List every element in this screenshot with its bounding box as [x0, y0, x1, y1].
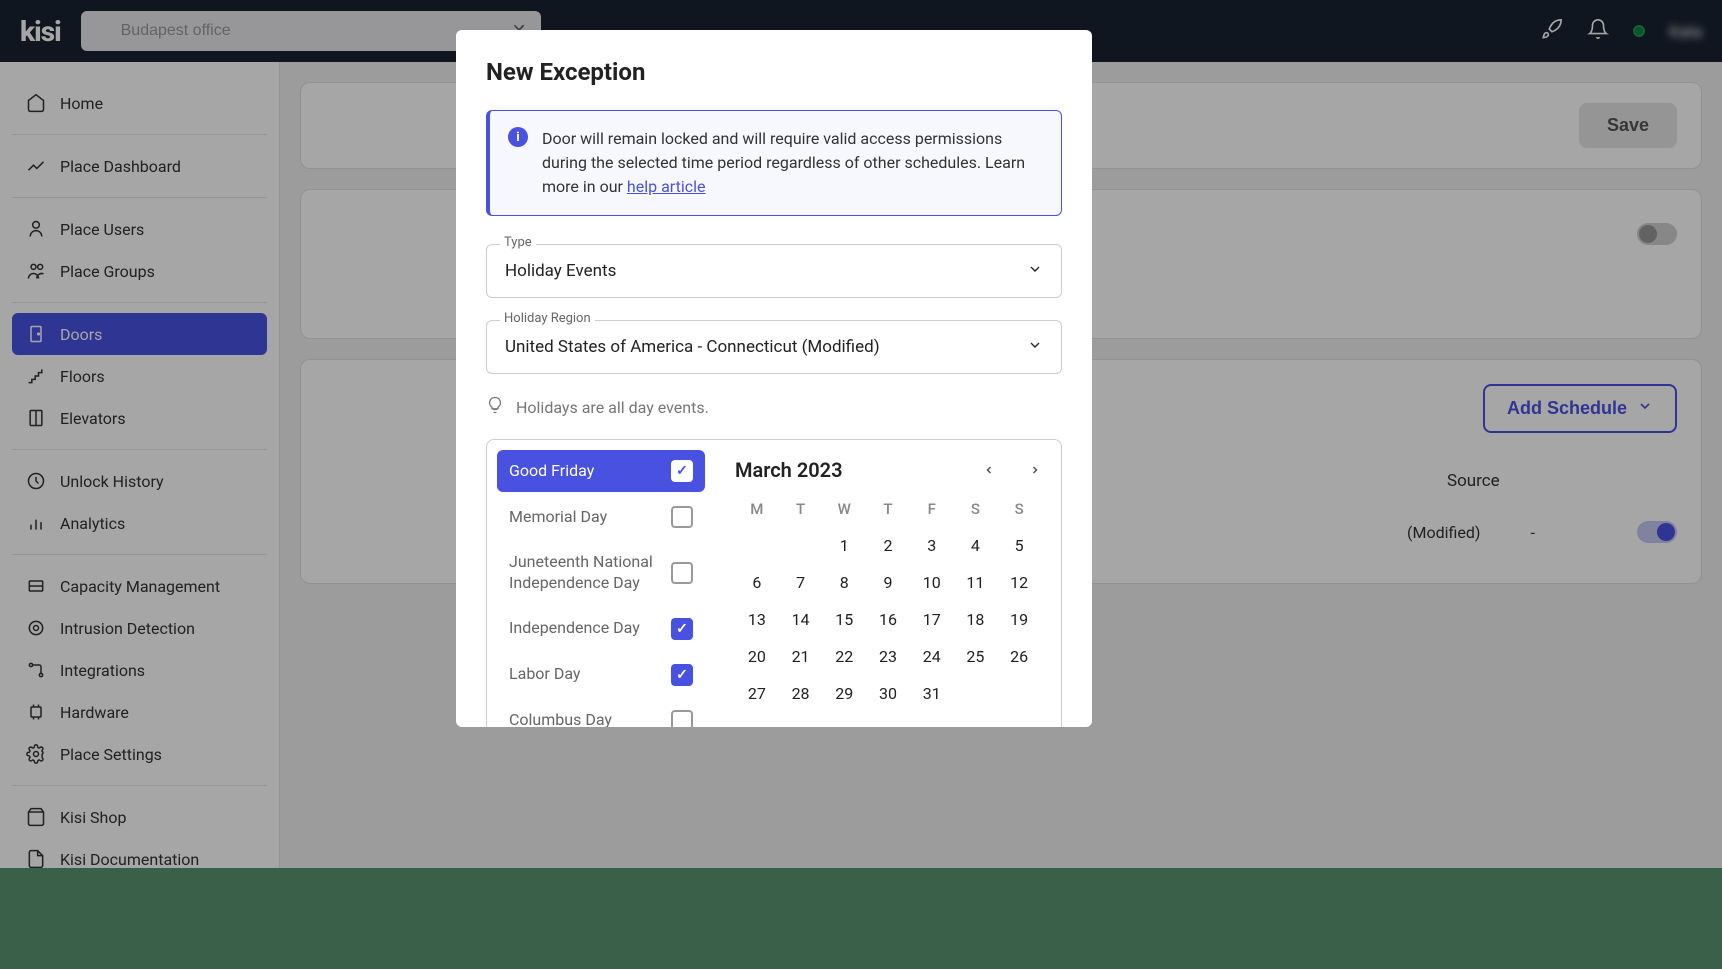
type-label: Type: [500, 235, 536, 250]
calendar-dow: S: [954, 500, 998, 518]
calendar-day[interactable]: 5: [997, 536, 1041, 555]
chevron-down-icon: [1027, 337, 1043, 357]
type-value: Holiday Events: [505, 261, 616, 281]
info-text: Door will remain locked and will require…: [542, 127, 1043, 199]
type-select[interactable]: Holiday Events: [486, 244, 1062, 298]
holiday-item[interactable]: Independence Day ✓: [497, 608, 705, 650]
holiday-item[interactable]: Labor Day ✓: [497, 654, 705, 696]
info-banner: i Door will remain locked and will requi…: [486, 110, 1062, 216]
region-field: Holiday Region United States of America …: [486, 320, 1062, 374]
calendar-day[interactable]: 29: [822, 684, 866, 703]
calendar-dow: T: [866, 500, 910, 518]
holiday-name: Memorial Day: [509, 507, 661, 528]
calendar-day[interactable]: 25: [954, 647, 998, 666]
holiday-item[interactable]: Memorial Day: [497, 496, 705, 538]
help-link[interactable]: help article: [627, 177, 706, 196]
calendar: March 2023 MTWTFSS1234567891011121314151…: [715, 440, 1061, 727]
calendar-dow: S: [997, 500, 1041, 518]
region-label: Holiday Region: [500, 311, 595, 326]
calendar-day[interactable]: 3: [910, 536, 954, 555]
calendar-dow: F: [910, 500, 954, 518]
calendar-day[interactable]: 7: [779, 573, 823, 592]
new-exception-modal: New Exception i Door will remain locked …: [456, 30, 1092, 727]
holiday-checkbox[interactable]: [671, 710, 693, 727]
calendar-day[interactable]: 28: [779, 684, 823, 703]
calendar-day[interactable]: 16: [866, 610, 910, 629]
calendar-day[interactable]: 19: [997, 610, 1041, 629]
calendar-day[interactable]: 31: [910, 684, 954, 703]
calendar-day[interactable]: 9: [866, 573, 910, 592]
calendar-day[interactable]: 15: [822, 610, 866, 629]
calendar-day[interactable]: 14: [779, 610, 823, 629]
calendar-day[interactable]: 18: [954, 610, 998, 629]
holiday-name: Juneteenth National Independence Day: [509, 552, 661, 594]
holiday-name: Independence Day: [509, 618, 661, 639]
holiday-name: Labor Day: [509, 664, 661, 685]
calendar-header: March 2023: [735, 458, 1041, 482]
type-field: Type Holiday Events: [486, 244, 1062, 298]
calendar-day[interactable]: 17: [910, 610, 954, 629]
hint-text: Holidays are all day events.: [516, 398, 709, 417]
calendar-day[interactable]: 4: [954, 536, 998, 555]
calendar-day[interactable]: 20: [735, 647, 779, 666]
calendar-day[interactable]: 10: [910, 573, 954, 592]
holiday-checkbox[interactable]: ✓: [671, 618, 693, 640]
region-value: United States of America - Connecticut (…: [505, 337, 880, 357]
calendar-dow: W: [822, 500, 866, 518]
hint-row: Holidays are all day events.: [486, 396, 1062, 419]
next-month-button[interactable]: [1029, 461, 1041, 480]
holiday-item[interactable]: Good Friday ✓: [497, 450, 705, 492]
holiday-checkbox[interactable]: ✓: [671, 664, 693, 686]
modal-title: New Exception: [486, 58, 1062, 86]
calendar-day[interactable]: 6: [735, 573, 779, 592]
calendar-day[interactable]: 12: [997, 573, 1041, 592]
holiday-item[interactable]: Juneteenth National Independence Day: [497, 542, 705, 604]
calendar-day[interactable]: 24: [910, 647, 954, 666]
chevron-down-icon: [1027, 261, 1043, 281]
calendar-dow: M: [735, 500, 779, 518]
calendar-nav: [983, 461, 1041, 480]
calendar-day[interactable]: 1: [822, 536, 866, 555]
holiday-name: Columbus Day: [509, 710, 661, 727]
prev-month-button[interactable]: [983, 461, 995, 480]
calendar-day[interactable]: 21: [779, 647, 823, 666]
holiday-checkbox[interactable]: [671, 562, 693, 584]
holiday-item[interactable]: Columbus Day: [497, 700, 705, 727]
calendar-day[interactable]: 11: [954, 573, 998, 592]
calendar-day[interactable]: 27: [735, 684, 779, 703]
holiday-list: Good Friday ✓ Memorial Day Juneteenth Natio…: [487, 440, 715, 727]
info-icon: i: [508, 127, 528, 147]
holiday-calendar-split: Good Friday ✓ Memorial Day Juneteenth Natio…: [486, 439, 1062, 727]
calendar-grid: MTWTFSS123456789101112131415161718192021…: [735, 500, 1041, 703]
region-select[interactable]: United States of America - Connecticut (…: [486, 320, 1062, 374]
calendar-day[interactable]: 13: [735, 610, 779, 629]
calendar-day[interactable]: 2: [866, 536, 910, 555]
calendar-day[interactable]: 30: [866, 684, 910, 703]
calendar-day[interactable]: 8: [822, 573, 866, 592]
holiday-checkbox[interactable]: ✓: [671, 460, 693, 482]
lightbulb-icon: [486, 396, 504, 419]
calendar-dow: T: [779, 500, 823, 518]
calendar-month: March 2023: [735, 458, 843, 482]
calendar-day[interactable]: 23: [866, 647, 910, 666]
holiday-name: Good Friday: [509, 461, 661, 482]
calendar-day[interactable]: 22: [822, 647, 866, 666]
holiday-checkbox[interactable]: [671, 506, 693, 528]
calendar-day[interactable]: 26: [997, 647, 1041, 666]
